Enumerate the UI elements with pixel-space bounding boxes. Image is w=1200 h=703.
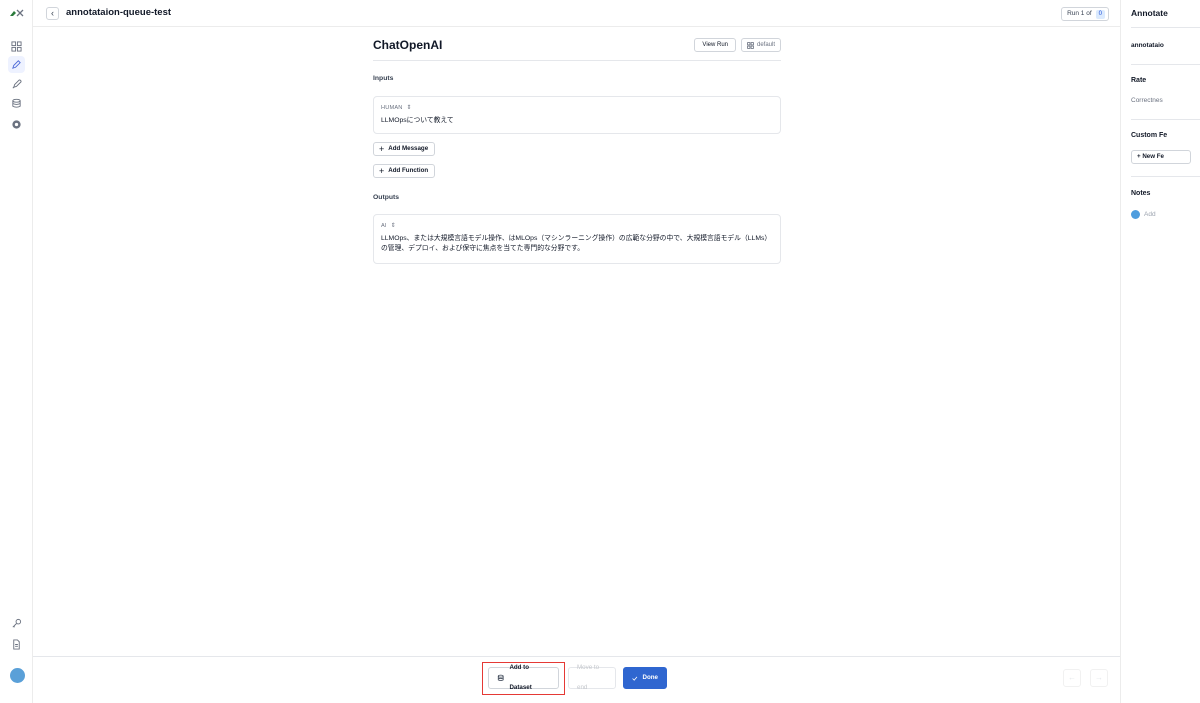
check-icon — [632, 676, 638, 681]
done-label: Done — [642, 674, 658, 681]
rate-item-correctness[interactable]: Correctnes — [1131, 97, 1163, 104]
view-mode-label: default — [756, 42, 775, 48]
view-mode-button[interactable]: default — [740, 38, 781, 52]
notes-input[interactable]: Add — [1131, 210, 1156, 219]
custom-feedback-label: Custom Fe — [1131, 132, 1168, 139]
previous-run-button[interactable]: ← — [1063, 669, 1081, 687]
sort-icon[interactable]: ⇕ — [407, 104, 412, 111]
view-run-button[interactable]: View Run — [694, 38, 736, 52]
run-counter-total: 0 — [1095, 9, 1105, 19]
add-function-label: Add Function — [388, 167, 429, 174]
add-to-dataset-label: Add to Dataset — [509, 664, 532, 691]
divider — [373, 60, 781, 61]
add-to-dataset-button[interactable]: Add to Dataset — [488, 664, 559, 691]
add-message-button[interactable]: + Add Message — [373, 142, 436, 156]
message-role-label: HUMAN — [381, 104, 403, 111]
pencil-icon[interactable] — [8, 56, 25, 73]
run-counter[interactable]: Run 1 of 0 — [1061, 7, 1109, 21]
document-icon[interactable] — [8, 636, 25, 653]
annotate-title: Annotate — [1131, 8, 1168, 18]
message-role: HUMAN ⇕ — [381, 104, 773, 112]
input-message-card[interactable]: HUMAN ⇕ LLMOpsについて教えて — [373, 96, 781, 134]
globe-icon[interactable] — [8, 116, 25, 133]
next-run-button[interactable]: → — [1090, 669, 1108, 687]
plus-icon: + — [379, 144, 385, 154]
plus-icon: + — [379, 166, 385, 176]
inputs-label: Inputs — [373, 75, 394, 82]
page-title: annotataion-queue-test — [66, 7, 172, 18]
database-icon — [497, 674, 504, 681]
message-role-label: AI — [381, 222, 387, 229]
new-feedback-button[interactable]: + New Fe — [1131, 150, 1191, 164]
divider — [1131, 176, 1200, 177]
run-counter-label: Run 1 of — [1067, 10, 1092, 17]
add-function-button[interactable]: + Add Function — [373, 164, 436, 178]
rocket-icon[interactable] — [8, 76, 25, 93]
move-to-end-label: Move to end — [577, 664, 600, 691]
left-sidebar — [0, 0, 33, 703]
message-role: AI ⇕ — [381, 222, 773, 230]
move-to-end-button[interactable]: Move to end — [568, 664, 616, 691]
queue-name: annotataio — [1131, 42, 1164, 49]
header-bar: ‹ annotataion-queue-test Run 1 of 0 — [33, 0, 1120, 27]
grid-icon[interactable] — [8, 38, 25, 55]
add-message-label: Add Message — [388, 145, 429, 152]
divider — [1131, 27, 1200, 28]
key-icon[interactable] — [8, 615, 25, 632]
notes-placeholder: Add — [1144, 211, 1156, 218]
rate-label: Rate — [1131, 77, 1147, 84]
database-icon[interactable] — [8, 95, 25, 112]
avatar[interactable] — [10, 668, 25, 683]
langsmith-logo — [10, 9, 24, 17]
done-button[interactable]: Done — [623, 667, 667, 689]
output-message-card[interactable]: AI ⇕ LLMOps、または大規模言語モデル操作、はMLOps（マシンラーニン… — [373, 214, 781, 264]
divider — [1131, 64, 1200, 65]
message-text[interactable]: LLMOps、または大規模言語モデル操作、はMLOps（マシンラーニング操作）の… — [381, 234, 773, 254]
message-text[interactable]: LLMOpsについて教えて — [381, 116, 773, 126]
run-name: ChatOpenAI — [373, 38, 443, 52]
outputs-label: Outputs — [373, 194, 400, 201]
annotate-panel: Annotate annotataio Rate Correctnes Cust… — [1120, 0, 1200, 703]
avatar — [1131, 210, 1140, 219]
sort-icon[interactable]: ⇕ — [391, 222, 396, 229]
app-root: ‹ annotataion-queue-test Run 1 of 0 Chat… — [0, 0, 1200, 703]
chevron-left-icon[interactable]: ‹ — [46, 7, 59, 20]
notes-label: Notes — [1131, 190, 1151, 197]
grid-icon — [747, 41, 754, 49]
divider — [1131, 119, 1200, 120]
